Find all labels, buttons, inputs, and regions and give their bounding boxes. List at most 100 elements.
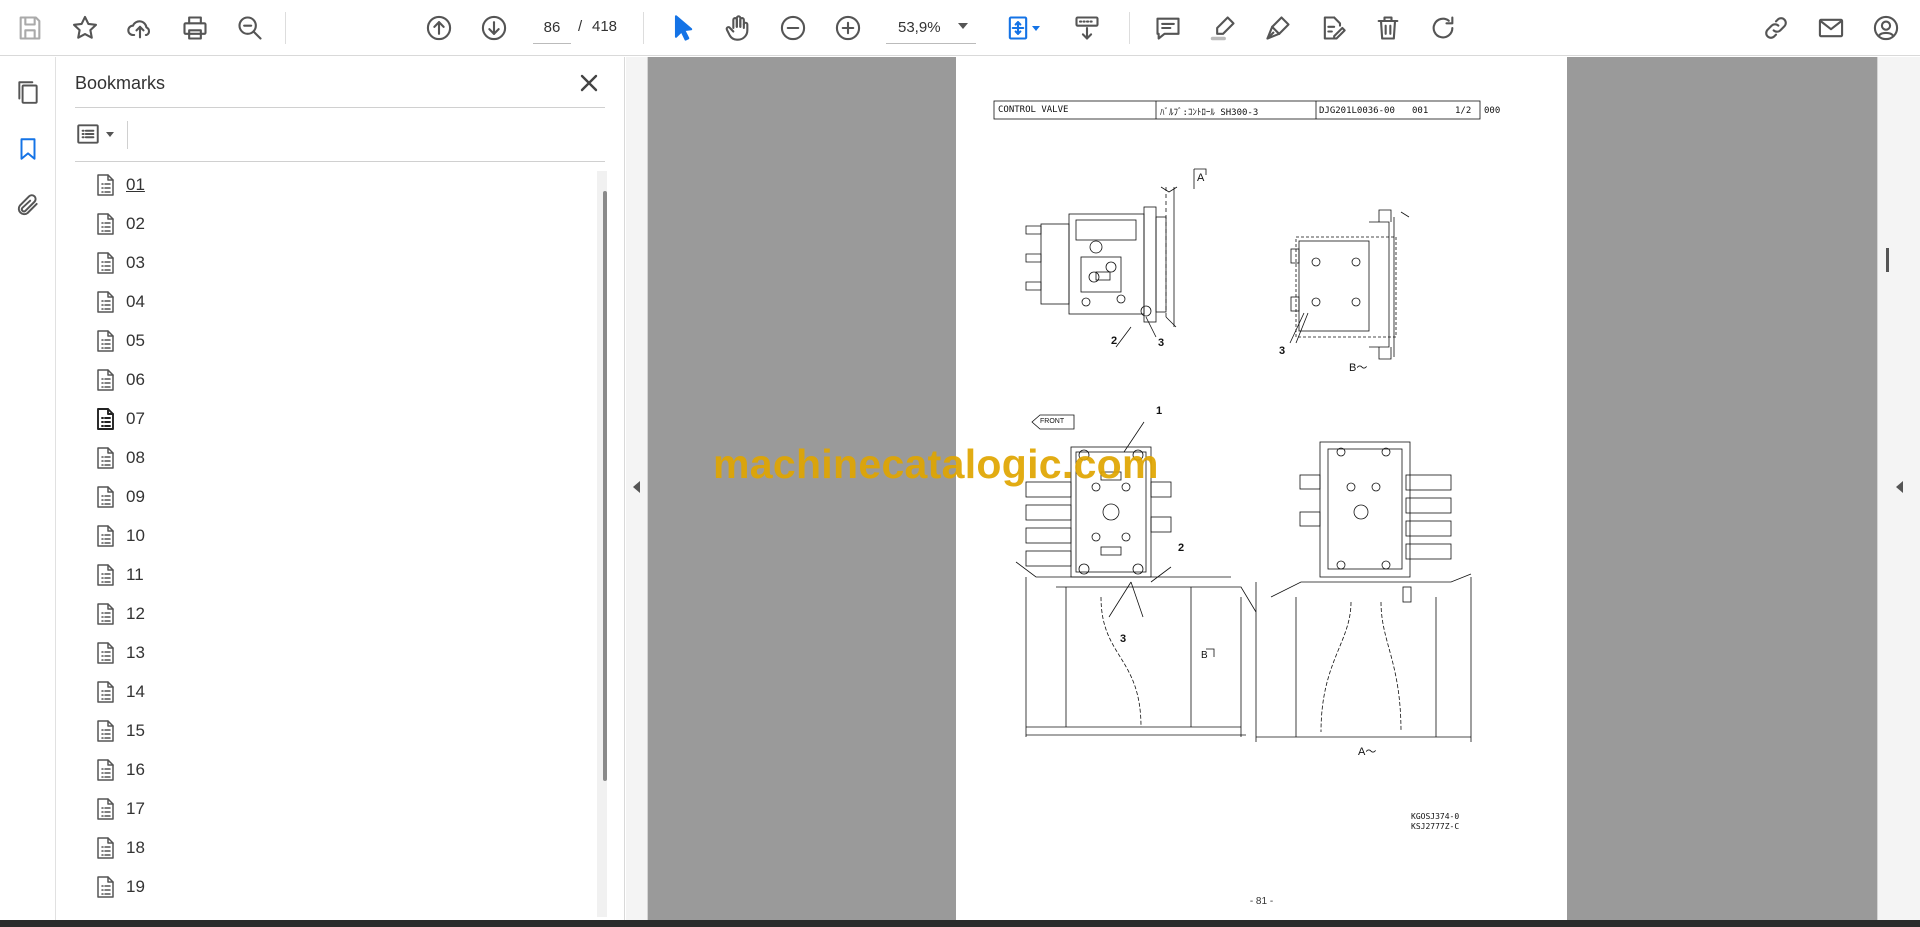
rotate-icon[interactable]	[1425, 10, 1461, 46]
bookmark-label: 07	[126, 409, 145, 428]
save-icon[interactable]	[12, 10, 48, 46]
header-extra: 000	[1484, 106, 1501, 116]
upload-cloud-icon[interactable]	[122, 10, 158, 46]
zoom-level-select[interactable]: 53,9%	[886, 12, 976, 44]
header-part-jp: ﾊﾞﾙﾌﾞ:ｺﾝﾄﾛｰﾙ SH300-3	[1160, 108, 1259, 118]
bookmark-item[interactable]: 13	[95, 637, 145, 669]
zoom-level-value: 53,9%	[898, 19, 941, 36]
chevron-down-icon	[958, 23, 968, 29]
draw-icon[interactable]	[1260, 10, 1296, 46]
bookmark-item[interactable]: 06	[95, 364, 145, 396]
bookmark-page-icon	[97, 603, 114, 625]
bookmark-scrollbar-thumb[interactable]	[603, 191, 607, 781]
bookmark-item[interactable]: 09	[95, 481, 145, 513]
bookmark-item[interactable]: 15	[95, 715, 145, 747]
email-icon[interactable]	[1813, 10, 1849, 46]
comment-icon[interactable]	[1150, 10, 1186, 46]
view-b-label: B～	[1349, 362, 1368, 374]
bookmark-icon[interactable]	[10, 131, 46, 167]
document-scrollbar-thumb[interactable]	[1886, 248, 1889, 272]
bookmark-item[interactable]: 07	[95, 403, 145, 435]
hand-icon[interactable]	[720, 10, 756, 46]
bookmark-label: 19	[126, 877, 145, 896]
bookmark-label: 16	[126, 760, 145, 779]
bottom-right-view	[1255, 441, 1472, 742]
chevron-left-icon	[1896, 481, 1903, 493]
bookmark-label: 17	[126, 799, 145, 818]
bookmark-page-icon	[97, 642, 114, 664]
view-b-marker: B	[1201, 650, 1208, 661]
bookmark-page-icon	[97, 525, 114, 547]
bookmarks-panel: Bookmarks 01 02 03 04 05 06 07 08 09 10 11 12 13 14 15…	[57, 57, 625, 920]
right-pane-toggle[interactable]	[1877, 57, 1920, 920]
bookmark-label: 06	[126, 370, 145, 389]
bookmark-item[interactable]: 08	[95, 442, 145, 474]
bookmark-page-icon	[97, 720, 114, 742]
bookmark-page-icon	[97, 447, 114, 469]
page-up-icon[interactable]	[421, 10, 457, 46]
select-pointer-icon[interactable]	[665, 10, 701, 46]
zoom-out-icon[interactable]	[775, 10, 811, 46]
share-link-icon[interactable]	[1758, 10, 1794, 46]
bookmark-item[interactable]: 16	[95, 754, 145, 786]
callout-3-bottom: 3	[1120, 633, 1127, 645]
bookmark-item[interactable]: 02	[95, 208, 145, 240]
bookmark-page-icon	[97, 837, 114, 859]
bookmark-page-icon	[97, 798, 114, 820]
bookmark-item[interactable]: 14	[95, 676, 145, 708]
bookmark-page-icon	[97, 330, 114, 352]
page-separator: /	[578, 18, 583, 35]
taskbar-strip	[0, 920, 1920, 927]
bookmark-label: 15	[126, 721, 145, 740]
list-options-icon	[77, 124, 99, 144]
bookmark-item[interactable]: 05	[95, 325, 145, 357]
front-label: FRONT	[1040, 418, 1065, 425]
highlight-icon[interactable]	[1205, 10, 1241, 46]
top-right-view	[1289, 209, 1410, 360]
bookmark-page-icon	[97, 252, 114, 274]
page-fit-icon[interactable]	[1000, 10, 1040, 46]
bookmark-label: 03	[126, 253, 145, 272]
bookmark-label: 01	[126, 175, 145, 194]
bookmark-item[interactable]: 12	[95, 598, 145, 630]
callout-1: 1	[1156, 405, 1163, 417]
attachment-icon[interactable]	[10, 187, 46, 223]
scroll-mode-icon[interactable]	[1069, 10, 1105, 46]
bookmark-label: 05	[126, 331, 145, 350]
bookmark-item[interactable]: 03	[95, 247, 145, 279]
bookmark-options-button[interactable]	[75, 117, 127, 151]
ref-code-1: KGOSJ374-0	[1411, 812, 1460, 821]
bookmark-page-icon	[97, 759, 114, 781]
watermark-text: machinecatalogic.com	[713, 441, 1159, 487]
bookmark-item[interactable]: 11	[95, 559, 144, 591]
delete-icon[interactable]	[1370, 10, 1406, 46]
ref-code-2: KSJ2777Z-C	[1411, 822, 1460, 831]
close-icon[interactable]	[575, 69, 603, 97]
bookmark-list: 01 02 03 04 05 06 07 08 09 10 11 12 13 14 15 16 17 18 19	[57, 169, 597, 919]
bookmark-item[interactable]: 01	[95, 169, 145, 201]
bookmark-item[interactable]: 19	[95, 871, 145, 903]
collapse-panel-button[interactable]	[626, 57, 648, 920]
bookmark-item[interactable]: 17	[95, 793, 145, 825]
bookmark-item[interactable]: 04	[95, 286, 145, 318]
bookmark-page-icon	[97, 681, 114, 703]
pages-icon[interactable]	[10, 74, 46, 110]
bookmark-item[interactable]: 10	[95, 520, 145, 552]
zoom-search-icon[interactable]	[232, 10, 268, 46]
callout-2-bottom: 2	[1178, 542, 1185, 554]
bookmark-item[interactable]: 18	[95, 832, 145, 864]
zoom-in-icon[interactable]	[830, 10, 866, 46]
header-code: DJG201L0036-00	[1319, 106, 1395, 116]
chevron-left-icon	[633, 481, 640, 493]
header-seq: 001	[1412, 106, 1429, 116]
bookmark-label: 08	[126, 448, 145, 467]
bookmark-label: 10	[126, 526, 145, 545]
current-page-input[interactable]	[533, 12, 571, 44]
bookmark-page-icon	[97, 408, 114, 430]
page-down-icon[interactable]	[476, 10, 512, 46]
bookmark-label: 04	[126, 292, 145, 311]
account-icon[interactable]	[1868, 10, 1904, 46]
print-icon[interactable]	[177, 10, 213, 46]
edit-pdf-icon[interactable]	[1315, 10, 1351, 46]
star-icon[interactable]	[67, 10, 103, 46]
